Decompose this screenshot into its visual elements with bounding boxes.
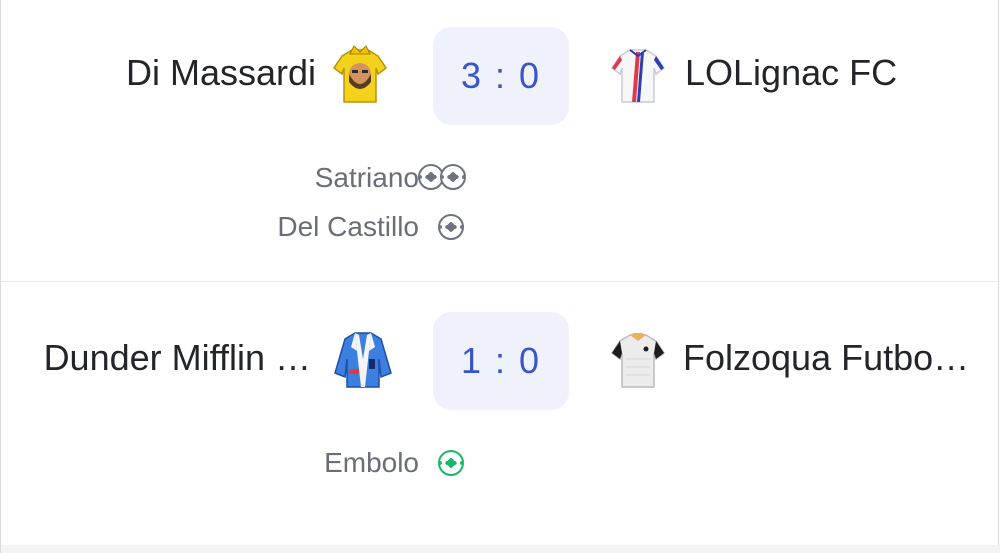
blue-jacket-jersey-icon	[334, 332, 392, 388]
goal-scorer-name: Del Castillo	[277, 211, 419, 242]
score-badge[interactable]: 1 : 0	[433, 312, 569, 410]
white-red-blue-jersey-icon	[610, 49, 666, 103]
home-team-name[interactable]: Dunder Mifflin …	[44, 337, 311, 379]
goal-scorer-name: Satriano	[314, 162, 419, 193]
white-black-sleeve-jersey-icon	[610, 333, 666, 388]
soccer-ball-icon	[438, 450, 464, 476]
soccer-ball-icon	[440, 164, 466, 190]
away-team-name[interactable]: Folzoqua Futbo…	[683, 337, 969, 379]
divider	[1, 281, 1000, 282]
goal-icons	[438, 450, 464, 476]
goal-icons	[418, 164, 466, 190]
away-team-name[interactable]: LOLignac FC	[685, 52, 897, 94]
match-card[interactable]: Di Massardi 3 : 0 LOLignac FC Satriano D…	[1, 0, 1000, 282]
goal-scorer-name: Embolo	[324, 447, 419, 478]
home-team-name[interactable]: Di Massardi	[126, 52, 316, 94]
score-badge[interactable]: 3 : 0	[433, 27, 569, 125]
yellow-king-jersey-icon	[332, 45, 388, 103]
match-card[interactable]: Dunder Mifflin … 1 : 0 Folzoqua Futbo… E…	[1, 283, 1000, 545]
results-panel: Di Massardi 3 : 0 LOLignac FC Satriano D…	[0, 0, 1000, 553]
goal-icons	[438, 214, 464, 240]
next-card-edge	[1, 545, 1000, 553]
soccer-ball-icon	[438, 214, 464, 240]
